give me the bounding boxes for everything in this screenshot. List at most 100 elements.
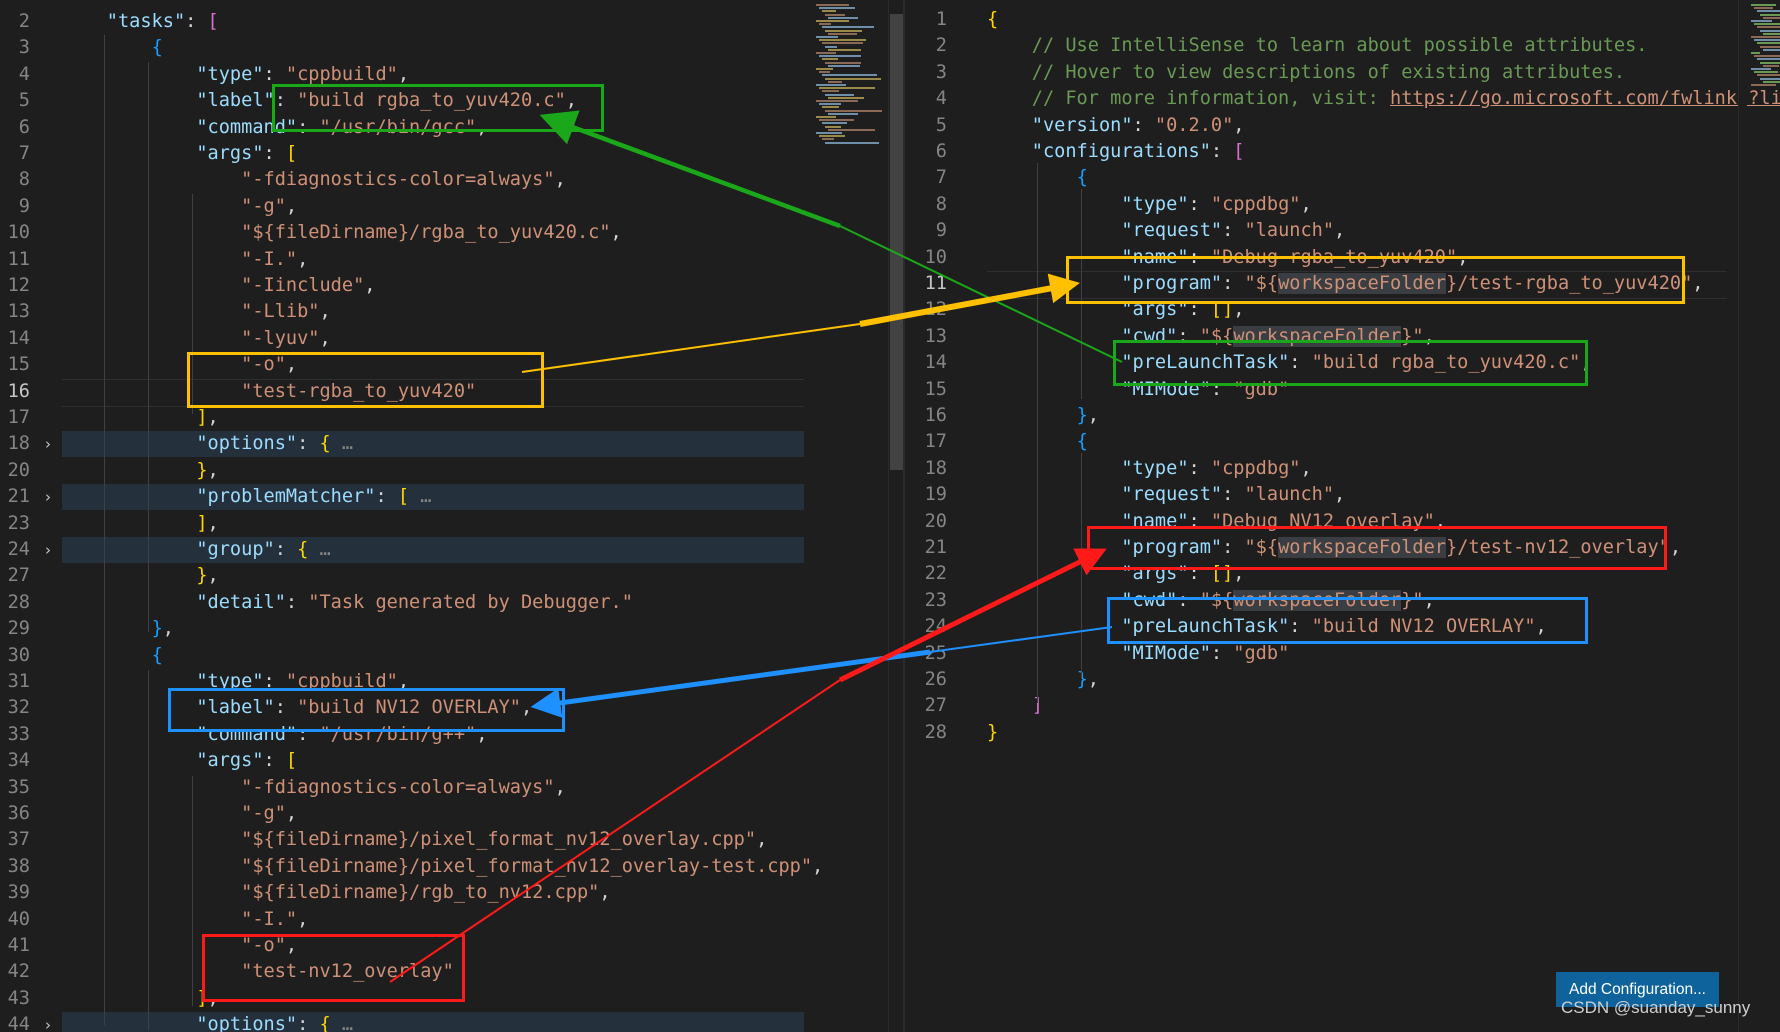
fold-chevron-icon[interactable]: › — [39, 484, 57, 510]
line-number: 7 — [935, 167, 947, 189]
code-line[interactable]: 26 }, — [905, 667, 1735, 693]
code-line[interactable]: 44 › "options": { … — [0, 1012, 812, 1032]
token: "-I." — [241, 908, 298, 930]
tasks-json-editor[interactable]: 2 "tasks": [3 {4 "type": "cppbuild", 5 "l… — [0, 0, 905, 1032]
code-line[interactable]: 10 "${fileDirname}/rgba_to_yuv420.c", — [0, 220, 812, 246]
code-line[interactable]: 29 }, — [0, 616, 812, 642]
code-line[interactable]: 13 "-Llib", — [0, 299, 812, 325]
code-line[interactable]: 3 // Hover to view descriptions of exist… — [905, 60, 1735, 86]
code-text: ], — [62, 405, 218, 431]
minimap[interactable] — [812, 0, 892, 160]
code-line[interactable]: 7 "args": [ — [0, 141, 812, 167]
minimap-line — [816, 84, 847, 86]
code-line[interactable]: 37 "${fileDirname}/pixel_format_nv12_ove… — [0, 827, 812, 853]
code-line[interactable]: 18 "type": "cppdbg", — [905, 456, 1735, 482]
launch-json-editor[interactable]: 1{2 // Use IntelliSense to learn about p… — [905, 0, 1780, 1032]
minimap-line — [1757, 10, 1780, 13]
code-line[interactable]: 9 "request": "launch", — [905, 218, 1735, 244]
token: [ — [397, 486, 410, 508]
code-line[interactable]: 9 "-g", — [0, 194, 812, 220]
minimap-line — [1760, 61, 1780, 64]
line-number: 8 — [18, 169, 30, 191]
code-line[interactable]: 14 "-lyuv", — [0, 326, 812, 352]
code-text: "${fileDirname}/rgba_to_yuv420.c", — [62, 220, 622, 246]
annotation-box-blue-label — [168, 688, 565, 732]
code-line[interactable]: 17 { — [905, 429, 1735, 455]
code-line[interactable]: 25 "MIMode": "gdb" — [905, 641, 1735, 667]
code-line[interactable]: 8 "type": "cppdbg", — [905, 192, 1735, 218]
code-line[interactable]: 12 "-Iinclude", — [0, 273, 812, 299]
code-line[interactable]: 3 { — [0, 35, 812, 61]
code-line[interactable]: 6 "configurations": [ — [905, 139, 1735, 165]
code-line[interactable]: 8 "-fdiagnostics-color=always", — [0, 167, 812, 193]
minimap[interactable] — [1747, 0, 1780, 90]
token: : — [1188, 193, 1211, 215]
code-line[interactable]: 36 "-g", — [0, 801, 812, 827]
code-line[interactable]: 19 "request": "launch", — [905, 482, 1735, 508]
line-number: 31 — [7, 671, 30, 692]
code-text: "options": { … — [62, 431, 353, 457]
token: "gdb" — [1233, 642, 1290, 664]
fold-chevron-icon[interactable]: › — [39, 1012, 57, 1032]
token: "version" — [1031, 114, 1133, 136]
code-line[interactable]: 23 ], — [0, 511, 812, 537]
code-line[interactable]: 35 "-fdiagnostics-color=always", — [0, 775, 812, 801]
token: : — [1222, 220, 1245, 242]
minimap-line — [822, 122, 847, 125]
line-number: 14 — [924, 352, 947, 374]
code-line[interactable]: 2 // Use IntelliSense to learn about pos… — [905, 33, 1735, 59]
code-line[interactable]: 1{ — [905, 7, 1735, 33]
token: } — [1076, 669, 1088, 690]
minimap-line — [1754, 55, 1780, 58]
token: { — [1076, 431, 1088, 453]
code-line[interactable]: 27 }, — [0, 563, 812, 589]
code-line[interactable]: 18 › "options": { … — [0, 431, 812, 457]
code-line[interactable]: 2 "tasks": [ — [0, 9, 812, 35]
code-line[interactable]: 34 "args": [ — [0, 748, 812, 774]
code-line[interactable]: 4 // For more information, visit: https:… — [905, 86, 1780, 112]
code-line[interactable]: 24 › "group": { … — [0, 537, 812, 563]
line-number: 13 — [7, 301, 30, 323]
code-line[interactable]: 39 "${fileDirname}/rgb_to_nv12.cpp", — [0, 880, 812, 906]
code-text: "request": "launch", — [987, 218, 1345, 244]
code-line[interactable]: 7 { — [905, 165, 1735, 191]
minimap-line — [1757, 74, 1780, 77]
code-line[interactable]: 17 ], — [0, 405, 812, 431]
minimap-line — [1751, 84, 1777, 86]
vertical-scrollbar[interactable] — [1738, 0, 1747, 1032]
annotation-box-green-prelaunch — [1113, 340, 1588, 386]
code-line[interactable]: 28} — [905, 720, 1735, 746]
fold-chevron-icon[interactable]: › — [39, 431, 57, 457]
fold-chevron-icon[interactable]: › — [39, 537, 57, 563]
minimap-line — [1754, 23, 1780, 26]
annotation-box-yellow-output — [187, 352, 544, 408]
token: "configurations" — [1031, 141, 1211, 162]
token: "-g" — [241, 803, 286, 824]
token: "-Llib" — [241, 301, 320, 323]
minimap-line — [1751, 36, 1780, 38]
token: { — [151, 37, 163, 59]
code-line[interactable]: 28 "detail": "Task generated by Debugger… — [0, 590, 812, 616]
token: [ — [285, 143, 298, 164]
code-line[interactable]: 30 { — [0, 643, 812, 669]
code-line[interactable]: 38 "${fileDirname}/pixel_format_nv12_ove… — [0, 854, 824, 880]
code-line[interactable]: 20 }, — [0, 458, 812, 484]
token: : — [1132, 114, 1155, 136]
code-line[interactable]: 16 }, — [905, 403, 1735, 429]
code-line[interactable]: 27 ] — [905, 693, 1735, 719]
line-number: 5 — [18, 90, 30, 112]
code-line[interactable]: 40 "-I.", — [0, 907, 812, 933]
code-line[interactable]: 5 "version": "0.2.0", — [905, 113, 1735, 139]
code-line[interactable]: 21 › "problemMatcher": [ … — [0, 484, 812, 510]
code-line[interactable]: 11 "-I.", — [0, 247, 812, 273]
